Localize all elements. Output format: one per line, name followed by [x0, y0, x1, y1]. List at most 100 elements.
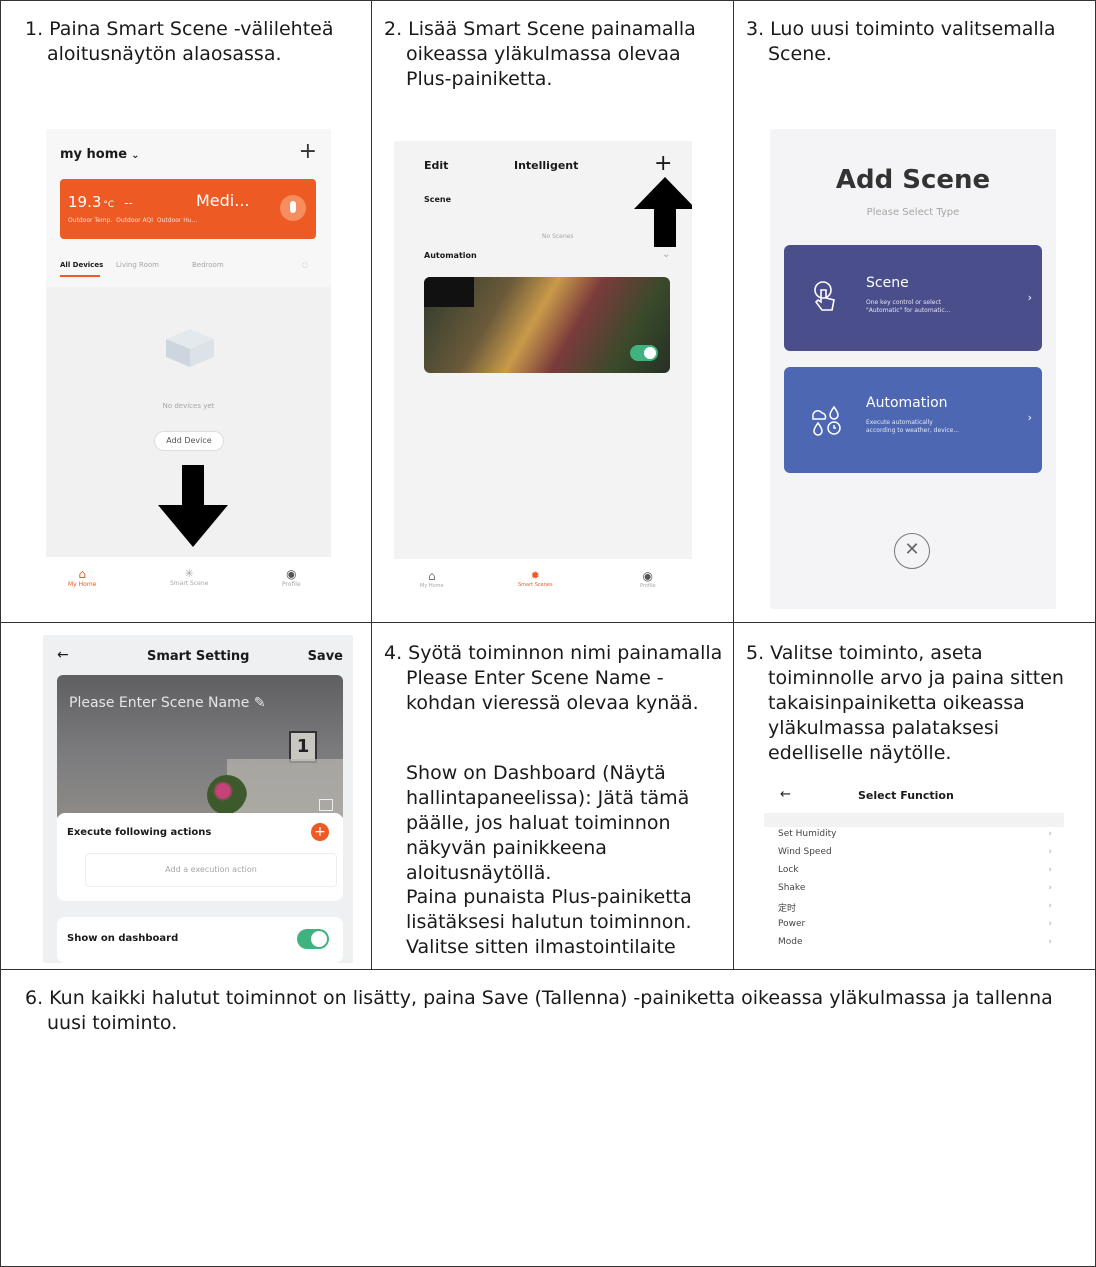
list-item[interactable]: Wind Speed ›	[778, 847, 1058, 857]
scene-card-title: Scene	[866, 275, 909, 291]
weather-temp-unit: °C	[103, 200, 115, 210]
header-divider	[764, 813, 1064, 827]
dashboard-card: Show on dashboard	[57, 917, 343, 963]
no-devices-text: No devices yet	[162, 402, 215, 410]
toggle-knob	[644, 347, 656, 359]
nav-my-home[interactable]: ⌂ My Home	[420, 569, 444, 589]
image-icon[interactable]	[319, 799, 333, 811]
scene-icon: ✹	[530, 569, 540, 582]
step-4-plus-text: Paina punaista Plus-painiketta lisätäkse…	[406, 886, 692, 958]
list-item[interactable]: Lock ›	[778, 865, 1058, 875]
screenshot-smart-setting: ← Smart Setting Save Please Enter Scene …	[43, 635, 353, 963]
list-item[interactable]: Shake ›	[778, 883, 1058, 893]
image-redaction	[424, 277, 474, 307]
list-item[interactable]: Set Humidity ›	[778, 829, 1058, 839]
cell-screen-4: ← Smart Setting Save Please Enter Scene …	[0, 622, 371, 969]
back-arrow-icon[interactable]: ←	[780, 787, 791, 802]
chevron-right-icon: ›	[1048, 937, 1052, 947]
instruction-table: 1. Paina Smart Scene -välilehteä aloitus…	[0, 0, 1096, 1267]
touch-icon	[808, 279, 842, 313]
step-1-text: 1. Paina Smart Scene -välilehteä aloitus…	[25, 18, 334, 65]
dashboard-toggle[interactable]	[297, 929, 329, 949]
tab-all-devices[interactable]: All Devices	[60, 261, 103, 269]
home-icon: ⌂	[78, 567, 86, 581]
actions-card: Execute following actions + Add a execut…	[57, 813, 343, 901]
close-icon[interactable]: ✕	[894, 533, 930, 569]
home-icon: ⌂	[428, 569, 436, 583]
nav-smart-scene[interactable]: ✳ Smart Scene	[170, 567, 208, 587]
chevron-down-icon[interactable]: ⌄	[662, 249, 670, 260]
save-button[interactable]: Save	[308, 649, 343, 664]
weather-sub-3: Outdoor Hu...	[156, 217, 198, 224]
back-arrow-icon[interactable]: ←	[57, 647, 69, 663]
empty-box-icon	[164, 325, 216, 369]
cell-step-6: 6. Kun kaikki halutut toiminnot on lisät…	[0, 969, 1096, 1267]
add-scene-title: Add Scene	[835, 165, 991, 195]
scene-type-card[interactable]: Scene One key control or select "Automat…	[784, 245, 1042, 351]
chevron-right-icon: ›	[1048, 919, 1052, 929]
execute-heading: Execute following actions	[67, 827, 212, 838]
profile-icon: ◉	[286, 567, 297, 581]
scene-heading: Scene	[424, 195, 452, 204]
step-4-text: 4. Syötä toiminnon nimi painamalla Pleas…	[384, 642, 723, 714]
step-5-text: 5. Valitse toiminto, aseta toiminnolle a…	[746, 642, 1064, 764]
tab-underline	[60, 275, 100, 277]
add-action-plus-icon[interactable]: +	[311, 823, 329, 841]
nav-my-home[interactable]: ⌂ My Home	[68, 567, 96, 588]
chevron-right-icon: ›	[1048, 847, 1052, 857]
mic-icon	[290, 201, 296, 213]
automation-type-card[interactable]: Automation Execute automatically accordi…	[784, 367, 1042, 473]
weather-medi: Medi...	[196, 191, 250, 210]
nav-profile[interactable]: ◉ Profile	[282, 567, 301, 588]
plus-icon[interactable]: +	[299, 139, 317, 164]
smart-setting-title: Smart Setting	[147, 649, 250, 664]
arrow-down-icon	[158, 465, 228, 551]
toggle-knob	[311, 931, 327, 947]
nav-profile[interactable]: ◉ Profile	[640, 569, 656, 589]
cell-step-4: 4. Syötä toiminnon nimi painamalla Pleas…	[371, 622, 733, 969]
bottom-nav: ⌂ My Home ✹ Smart Scenes ◉ Profile	[394, 559, 692, 611]
arrow-up-icon	[634, 177, 692, 251]
weather-sub-1: Outdoor Temp.	[68, 217, 113, 224]
screenshot-intelligent: Edit Intelligent + Scene No Scenes Autom…	[394, 141, 692, 611]
weather-sub-2: Outdoor AQI	[116, 217, 154, 224]
profile-icon: ◉	[642, 569, 654, 583]
pencil-icon[interactable]: ✎	[254, 695, 266, 711]
list-item[interactable]: 定时 ›	[778, 901, 1058, 914]
chevron-right-icon: ›	[1048, 829, 1052, 839]
cell-step-1: 1. Paina Smart Scene -välilehteä aloitus…	[0, 0, 371, 622]
automation-card-image[interactable]	[424, 277, 670, 373]
list-item[interactable]: Mode ›	[778, 937, 1058, 947]
mic-button[interactable]	[280, 195, 306, 221]
step-4-dashboard-text: Show on Dashboard (Näytä hallintapaneeli…	[406, 762, 690, 884]
add-scene-subtitle: Please Select Type	[866, 207, 960, 218]
toggle-switch[interactable]	[630, 345, 658, 361]
plant-decor	[207, 775, 247, 815]
intelligent-title: Intelligent	[514, 159, 579, 172]
nav-smart-scenes[interactable]: ✹ Smart Scenes	[518, 569, 553, 588]
screenshot-select-function: ← Select Function Set Humidity › Wind Spe…	[764, 785, 1064, 965]
step-2-text: 2. Lisää Smart Scene painamalla oikeassa…	[384, 18, 696, 90]
automation-card-desc-2: according to weather, device...	[866, 427, 960, 434]
automation-card-title: Automation	[866, 395, 948, 411]
tab-bedroom[interactable]: Bedroom	[192, 261, 224, 269]
scene-card-desc-1: One key control or select	[866, 299, 942, 306]
cell-step-3: 3. Luo uusi toiminto valitsemalla Scene.…	[733, 0, 1096, 622]
cell-step-2: 2. Lisää Smart Scene painamalla oikeassa…	[371, 0, 733, 622]
add-action-field[interactable]: Add a execution action	[85, 853, 337, 887]
chevron-right-icon: ›	[1048, 883, 1052, 893]
weather-dash: --	[124, 196, 133, 210]
add-device-button[interactable]: Add Device	[154, 431, 224, 451]
bottom-nav: ⌂ My Home ✳ Smart Scene ◉ Profile	[46, 557, 331, 609]
scene-icon: ✳	[184, 567, 194, 580]
scene-name-input[interactable]: Please Enter Scene Name ✎	[69, 695, 266, 711]
step-3-text: 3. Luo uusi toiminto valitsemalla Scene.	[746, 18, 1056, 65]
plus-icon[interactable]: +	[654, 151, 672, 176]
chevron-right-icon: ›	[1027, 291, 1032, 304]
edit-link[interactable]: Edit	[424, 159, 448, 172]
screenshot-home: my home ⌄ + 19.3 °C -- Medi... Outdoor Temp…	[46, 129, 331, 609]
tab-living-room[interactable]: Living Room	[116, 261, 159, 269]
list-item[interactable]: Power ›	[778, 919, 1058, 929]
tab-settings-icon[interactable]: ◌	[302, 261, 308, 269]
step-6-text: 6. Kun kaikki halutut toiminnot on lisät…	[25, 987, 1053, 1034]
